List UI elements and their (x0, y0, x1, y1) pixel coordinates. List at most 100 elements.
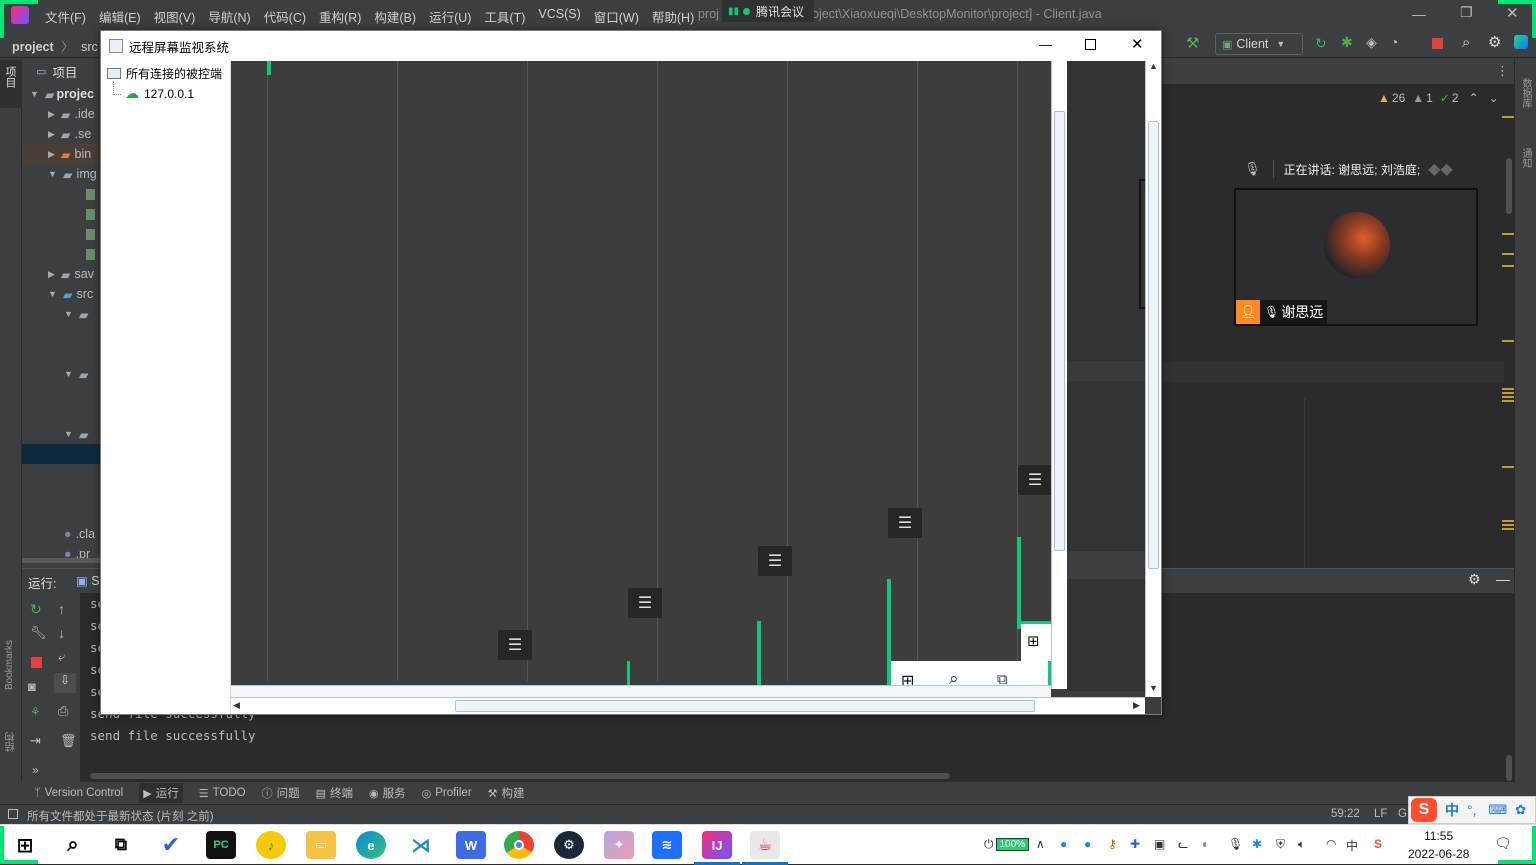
project-stripe-label[interactable]: 项目 (4, 66, 18, 88)
jetbrains-ai-icon[interactable] (1514, 35, 1528, 49)
tree-item-img[interactable]: ▼ ▰ img (22, 164, 102, 184)
search-icon[interactable]: ⌕ (1462, 34, 1470, 51)
tree-client[interactable]: ☁ 127.0.0.1 (125, 85, 194, 102)
tab-terminal[interactable]: ▤ 终端 (316, 785, 353, 801)
microphone-icon[interactable]: 🎙︎ (1228, 837, 1243, 851)
chevron-up-icon[interactable]: ⌃ (1469, 91, 1479, 105)
tray-app-icon[interactable]: ◐ (1202, 837, 1209, 851)
restore-button[interactable]: ❐ (1460, 4, 1473, 21)
tray-app-icon[interactable]: ● (1084, 837, 1091, 851)
clock-time[interactable]: 11:55 (1424, 829, 1453, 843)
tab-build[interactable]: ⚒ 构建 (488, 785, 525, 801)
tray-app-icon[interactable]: ● (1060, 837, 1067, 851)
lark-icon[interactable]: ≋ (652, 831, 682, 859)
menu-item[interactable]: 帮助(H) (652, 7, 694, 26)
menu-item[interactable]: 编辑(E) (99, 7, 141, 26)
java-app-icon[interactable]: ☕ (750, 831, 780, 859)
ime-language[interactable]: 中 (1445, 800, 1459, 820)
edge-browser-icon[interactable]: e (356, 831, 386, 859)
status-square-icon[interactable] (8, 809, 18, 819)
ime-toolbar[interactable]: S 中 °, ⌨ ✿ (1408, 796, 1536, 824)
tree-item-classpath[interactable]: ● .cla (22, 524, 102, 544)
vertical-scrollbar[interactable]: ▲ ▼ (1145, 61, 1161, 697)
camera-icon[interactable]: ◙ (28, 679, 36, 694)
tree-item-settings[interactable]: ▶ ▰ .se (22, 124, 102, 144)
menu-item[interactable]: 运行(U) (429, 7, 471, 26)
menu-item[interactable]: 代码(C) (264, 7, 306, 26)
chevron-down-icon[interactable]: ⌄ (1489, 91, 1499, 105)
scroll-up-icon[interactable]: ↑ (58, 601, 65, 617)
sogou-tray-icon[interactable]: S (1374, 837, 1382, 851)
game-app-icon[interactable]: ✦ (604, 831, 634, 859)
build-hammer-icon[interactable]: ⚒ (1186, 34, 1199, 52)
stop-icon[interactable] (1432, 38, 1443, 49)
hide-panel-icon[interactable]: — (1496, 571, 1510, 587)
console-vertical-scrollbar[interactable] (1506, 755, 1512, 781)
menu-item[interactable]: 文件(F) (45, 7, 86, 26)
bookmarks-stripe-label[interactable]: Bookmarks (4, 640, 18, 690)
stop-icon[interactable] (31, 657, 42, 668)
ime-indicator[interactable]: 中 (1346, 837, 1358, 854)
defender-icon[interactable]: ⛨ (1276, 837, 1285, 852)
profile-icon[interactable]: ◔ (1390, 34, 1398, 50)
tab-run[interactable]: ▶ 运行 (139, 783, 183, 803)
structure-stripe-label[interactable]: 结构 (4, 732, 18, 752)
close-button[interactable]: ✕ (1131, 35, 1144, 53)
tray-app-icon[interactable]: ▣ (1154, 837, 1165, 851)
soft-wrap-icon[interactable]: ⤶ (58, 649, 65, 665)
music-app-icon[interactable]: ♪ (256, 831, 286, 859)
baidu-icon[interactable]: ✚ (1130, 837, 1140, 851)
minimize-button[interactable]: — (1039, 37, 1052, 52)
windows-start-icon[interactable]: ⊞ (10, 831, 40, 859)
scroll-down-icon[interactable]: ↓ (58, 625, 65, 641)
tree-item-selected[interactable] (22, 444, 102, 464)
console-horizontal-scrollbar[interactable] (90, 773, 950, 779)
tree-item-package[interactable]: ▼ ▰ (22, 424, 102, 444)
run-tab[interactable]: ▣ S (76, 573, 100, 588)
pycharm-icon[interactable]: PC (206, 831, 236, 859)
exit-icon[interactable]: ⇥ (30, 733, 41, 749)
rerun-icon[interactable]: ↻ (30, 601, 42, 618)
menu-item[interactable]: 重构(R) (319, 7, 361, 26)
maximize-button[interactable] (1085, 39, 1096, 50)
file-explorer-icon[interactable]: ▭ (306, 831, 336, 859)
ime-punctuation-icon[interactable]: °, (1467, 802, 1477, 818)
tab-version-control[interactable]: ᛘ Version Control (34, 787, 123, 799)
file-encoding[interactable]: G (1398, 808, 1407, 820)
restore-layout-icon[interactable]: ⚘ (30, 705, 41, 719)
tab-services[interactable]: ◉ 服务 (369, 785, 406, 801)
tree-item-project[interactable]: ▼ ▰ projec (22, 84, 102, 104)
tree-item-save[interactable]: ▶ ▰ sav (22, 264, 102, 284)
rerun-icon[interactable]: ↻ (1315, 35, 1327, 52)
tree-root[interactable]: 所有连接的被控端 (107, 65, 222, 82)
ime-skin-icon[interactable]: ✿ (1515, 802, 1526, 818)
todo-app-icon[interactable]: ✔ (156, 831, 186, 859)
speaker-icon[interactable]: 🔈︎ (1298, 837, 1305, 852)
scroll-to-end-icon[interactable]: ⇩ (54, 673, 76, 693)
tab-profiler[interactable]: ◎ Profiler (422, 787, 472, 800)
meeting-banner[interactable]: ▮▮ 腾讯会议 (722, 0, 814, 22)
scroll-down-arrow[interactable]: ▼ (1149, 683, 1158, 693)
run-config-select[interactable]: ▣ Client ▼ (1215, 33, 1303, 55)
scroll-left-arrow[interactable]: ◀ (233, 700, 240, 711)
menu-item[interactable]: 构建(B) (374, 7, 416, 26)
breadcrumb-project[interactable]: project (12, 40, 54, 54)
tree-item-package[interactable]: ▼ ▰ (22, 304, 102, 324)
menu-item[interactable]: 视图(V) (154, 7, 196, 26)
menu-item[interactable]: VCS(S) (538, 7, 580, 26)
scroll-right-arrow[interactable]: ▶ (1133, 700, 1140, 711)
breadcrumb-src[interactable]: src (81, 40, 98, 54)
meeting-floating-window[interactable]: 🎙︎ 正在讲话: 谢思远; 刘浩庭; ◆◆ 👤︎ 🎙︎ 谢思远 (1232, 152, 1478, 328)
notifications-stripe-label[interactable]: 通知 (1519, 148, 1533, 168)
print-icon[interactable]: ⎙ (58, 703, 68, 719)
battery-indicator[interactable]: ⏻ 100% (984, 837, 1030, 852)
tree-item-idea[interactable]: ▶ ▰ .ide (22, 104, 102, 124)
minimize-button[interactable]: — (1412, 6, 1426, 22)
menu-item[interactable]: 窗口(W) (594, 7, 639, 26)
notification-center-icon[interactable]: 🗨︎ (1494, 835, 1512, 852)
wifi-icon[interactable]: ◠ (1326, 837, 1336, 851)
chevron-up-icon[interactable]: ∧ (1036, 837, 1045, 851)
coverage-icon[interactable]: ◈ (1366, 34, 1377, 51)
gear-icon[interactable]: ⚙ (1488, 33, 1501, 51)
vscode-icon[interactable]: ⋊ (406, 831, 436, 859)
